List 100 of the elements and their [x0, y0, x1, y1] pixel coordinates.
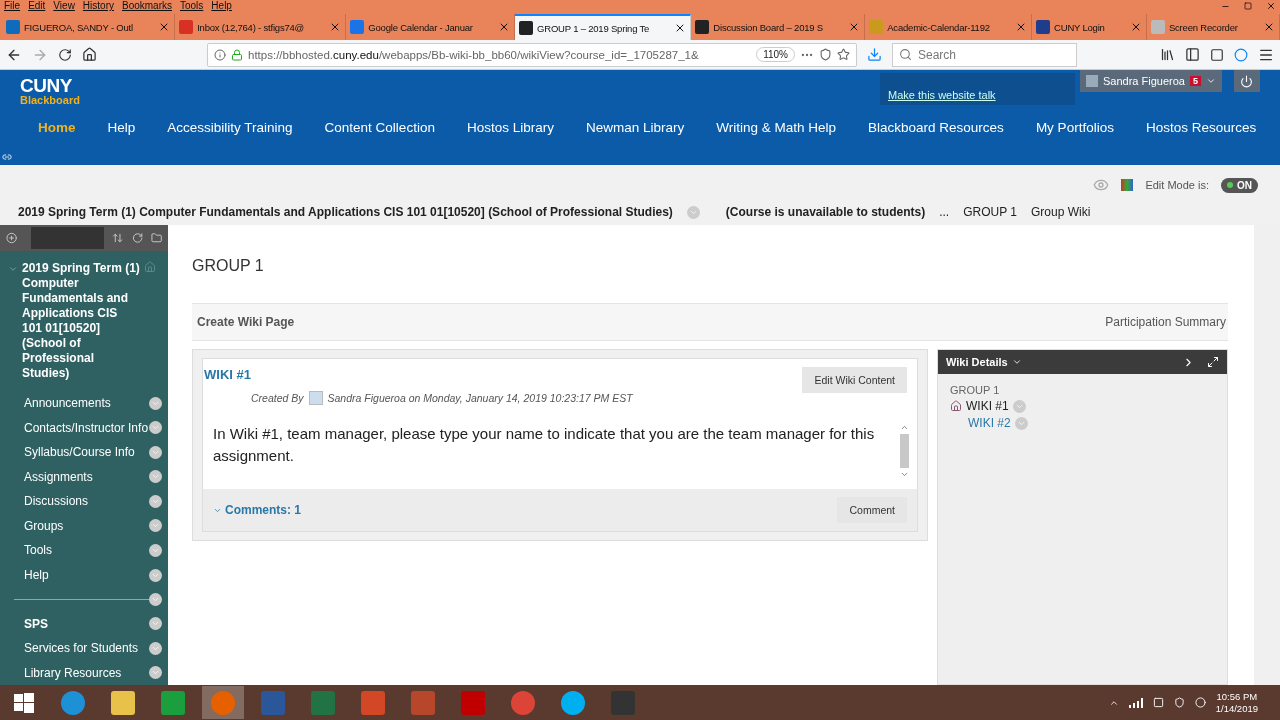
participation-link[interactable]: Participation Summary — [1105, 315, 1226, 329]
breadcrumb-course[interactable]: 2019 Spring Term (1) Computer Fundamentals and Applications CIS 101 01[10520] (School of Professional Studies) — [18, 205, 673, 219]
menu-item[interactable]: Bookmarks — [122, 0, 172, 12]
menu-item[interactable]: Help — [211, 0, 232, 12]
sidebar-icon[interactable] — [1185, 47, 1200, 62]
download-icon[interactable] — [867, 47, 882, 62]
course-menu-item[interactable]: Library Resources — [0, 660, 168, 685]
shield-icon[interactable] — [819, 48, 832, 61]
author-line: Sandra Figueroa on Monday, January 14, 2019 10:23:17 PM EST — [327, 392, 633, 404]
logout-button[interactable] — [1233, 70, 1260, 92]
course-menu-item[interactable]: Help — [0, 562, 168, 588]
nav-tab[interactable]: Home — [22, 112, 92, 143]
expand-icon[interactable] — [1207, 356, 1219, 368]
menu-item[interactable]: View — [53, 0, 75, 12]
menu-item[interactable]: Edit — [28, 0, 46, 12]
details-title[interactable]: Wiki Details — [946, 356, 1008, 368]
address-bar[interactable]: https://bbhosted.cuny.edu/webapps/Bb-wiki-bb_bb60/wikiView?course_id=_1705287_1& 110% — [207, 42, 857, 67]
caret-icon[interactable] — [149, 592, 162, 606]
link-icon[interactable] — [2, 152, 12, 162]
nav-tab[interactable]: Blackboard Resources — [852, 112, 1020, 143]
course-title[interactable]: 2019 Spring Term (1) Computer Fundamentals and Applications CIS 101 01[10520] (School of Professional Studies) — [22, 261, 140, 382]
wiki-body-text: In Wiki #1, team manager, please type your name to indicate that you are the team manager for this assignment. — [213, 424, 876, 466]
search-icon — [899, 48, 912, 61]
course-menu-item[interactable]: Services for Students — [0, 636, 168, 661]
caret-icon[interactable] — [149, 421, 162, 435]
user-menu[interactable]: Sandra Figueroa 5 — [1080, 70, 1222, 92]
course-menu-item[interactable]: Groups — [0, 513, 168, 539]
caret-icon[interactable] — [149, 470, 162, 484]
close-icon[interactable] — [1263, 21, 1275, 33]
lock-icon — [231, 48, 243, 61]
scrollbar[interactable] — [899, 423, 909, 479]
edit-mode-label: Edit Mode is: — [1145, 179, 1209, 191]
nav-tab[interactable]: Hostos Library — [450, 112, 570, 143]
folder-icon[interactable] — [150, 232, 162, 244]
course-notice: (Course is unavailable to students) — [725, 205, 926, 219]
caret-icon[interactable] — [149, 544, 162, 557]
nav-tab[interactable]: My Portfolios — [1019, 112, 1130, 143]
talk-link[interactable]: Make this website talk — [880, 73, 1075, 105]
clock[interactable]: 10:56 PM 1/14/2019 — [1215, 690, 1258, 715]
palette-icon[interactable] — [1121, 179, 1134, 191]
breadcrumb-ellipsis[interactable]: ... — [939, 205, 950, 219]
signal-icon[interactable] — [1128, 697, 1143, 708]
nav-tab[interactable]: Hostos Resources — [1129, 112, 1273, 143]
refresh-icon[interactable] — [131, 232, 143, 244]
menu-item[interactable]: File — [4, 0, 21, 12]
caret-icon[interactable] — [149, 666, 162, 680]
create-wiki-link[interactable]: Create Wiki Page — [197, 315, 295, 329]
caret-icon[interactable] — [149, 396, 162, 410]
caret-icon[interactable] — [149, 519, 162, 533]
created-by-label: Created By — [251, 392, 304, 404]
avatar-icon — [308, 391, 323, 405]
breadcrumb-item[interactable]: GROUP 1 — [963, 205, 1017, 219]
nav-tab[interactable]: Accessibility Training — [151, 112, 309, 143]
logo[interactable]: CUNY Blackboard — [20, 76, 110, 108]
home-icon — [950, 400, 962, 412]
edit-mode-toggle[interactable]: ON — [1221, 177, 1258, 193]
nav-tab[interactable]: Writing & Math Help — [700, 112, 853, 143]
menu-item[interactable]: History — [82, 0, 114, 12]
comment-button[interactable]: Comment — [837, 497, 907, 523]
caret-icon[interactable] — [149, 494, 162, 508]
info-icon[interactable] — [214, 48, 226, 61]
course-menu-item[interactable]: Assignments — [0, 464, 168, 490]
course-menu-item[interactable]: Tools — [0, 538, 168, 563]
caret-icon[interactable] — [1011, 357, 1022, 367]
caret-icon[interactable] — [149, 617, 162, 631]
library-icon[interactable] — [1160, 47, 1175, 62]
menu-search-field[interactable] — [31, 227, 105, 249]
wiki-title[interactable]: WIKI #1 — [204, 367, 251, 393]
nav-tab[interactable]: Content Collection — [308, 112, 451, 143]
maximize-icon[interactable] — [1244, 2, 1252, 10]
caret-icon[interactable] — [149, 641, 162, 655]
breadcrumb-item[interactable]: Group Wiki — [1031, 205, 1091, 219]
wiki-page-link[interactable]: WIKI #2 — [968, 416, 1011, 430]
reload-icon[interactable] — [58, 47, 72, 62]
wiki-page-link[interactable]: WIKI #1 — [966, 399, 1009, 413]
start-icon[interactable] — [14, 692, 34, 713]
power-icon — [1240, 74, 1254, 88]
search-field[interactable]: Search — [892, 42, 1077, 67]
home-icon[interactable] — [82, 47, 97, 62]
edit-wiki-button[interactable]: Edit Wiki Content — [802, 367, 907, 393]
course-menu-item[interactable]: SPS — [0, 611, 168, 636]
scroll-down-icon[interactable] — [899, 470, 909, 479]
star-icon[interactable] — [837, 48, 850, 61]
nav-tab[interactable]: Help — [91, 112, 152, 143]
scroll-up-icon[interactable] — [899, 423, 909, 432]
caret-icon — [1205, 76, 1216, 86]
add-icon[interactable] — [6, 232, 18, 244]
nav-tab[interactable]: Newman Library — [569, 112, 701, 143]
course-menu-item[interactable]: Announcements — [0, 391, 168, 416]
menu-item[interactable]: Tools — [180, 0, 204, 12]
course-menu-item[interactable]: Syllabus/Course Info — [0, 440, 168, 465]
comments-link[interactable]: Comments: 1 — [213, 503, 301, 517]
close-icon[interactable] — [1266, 1, 1276, 11]
sort-icon[interactable] — [112, 232, 124, 244]
course-menu-item[interactable]: Contacts/Instructor Info — [0, 415, 168, 441]
group-label: GROUP 1 — [950, 384, 1001, 396]
caret-icon[interactable] — [149, 445, 162, 459]
browser-tab[interactable]: GROUP 1 – 2019 Spring Te — [515, 14, 692, 40]
course-menu-item[interactable]: Discussions — [0, 489, 168, 514]
caret-icon[interactable] — [149, 568, 162, 582]
